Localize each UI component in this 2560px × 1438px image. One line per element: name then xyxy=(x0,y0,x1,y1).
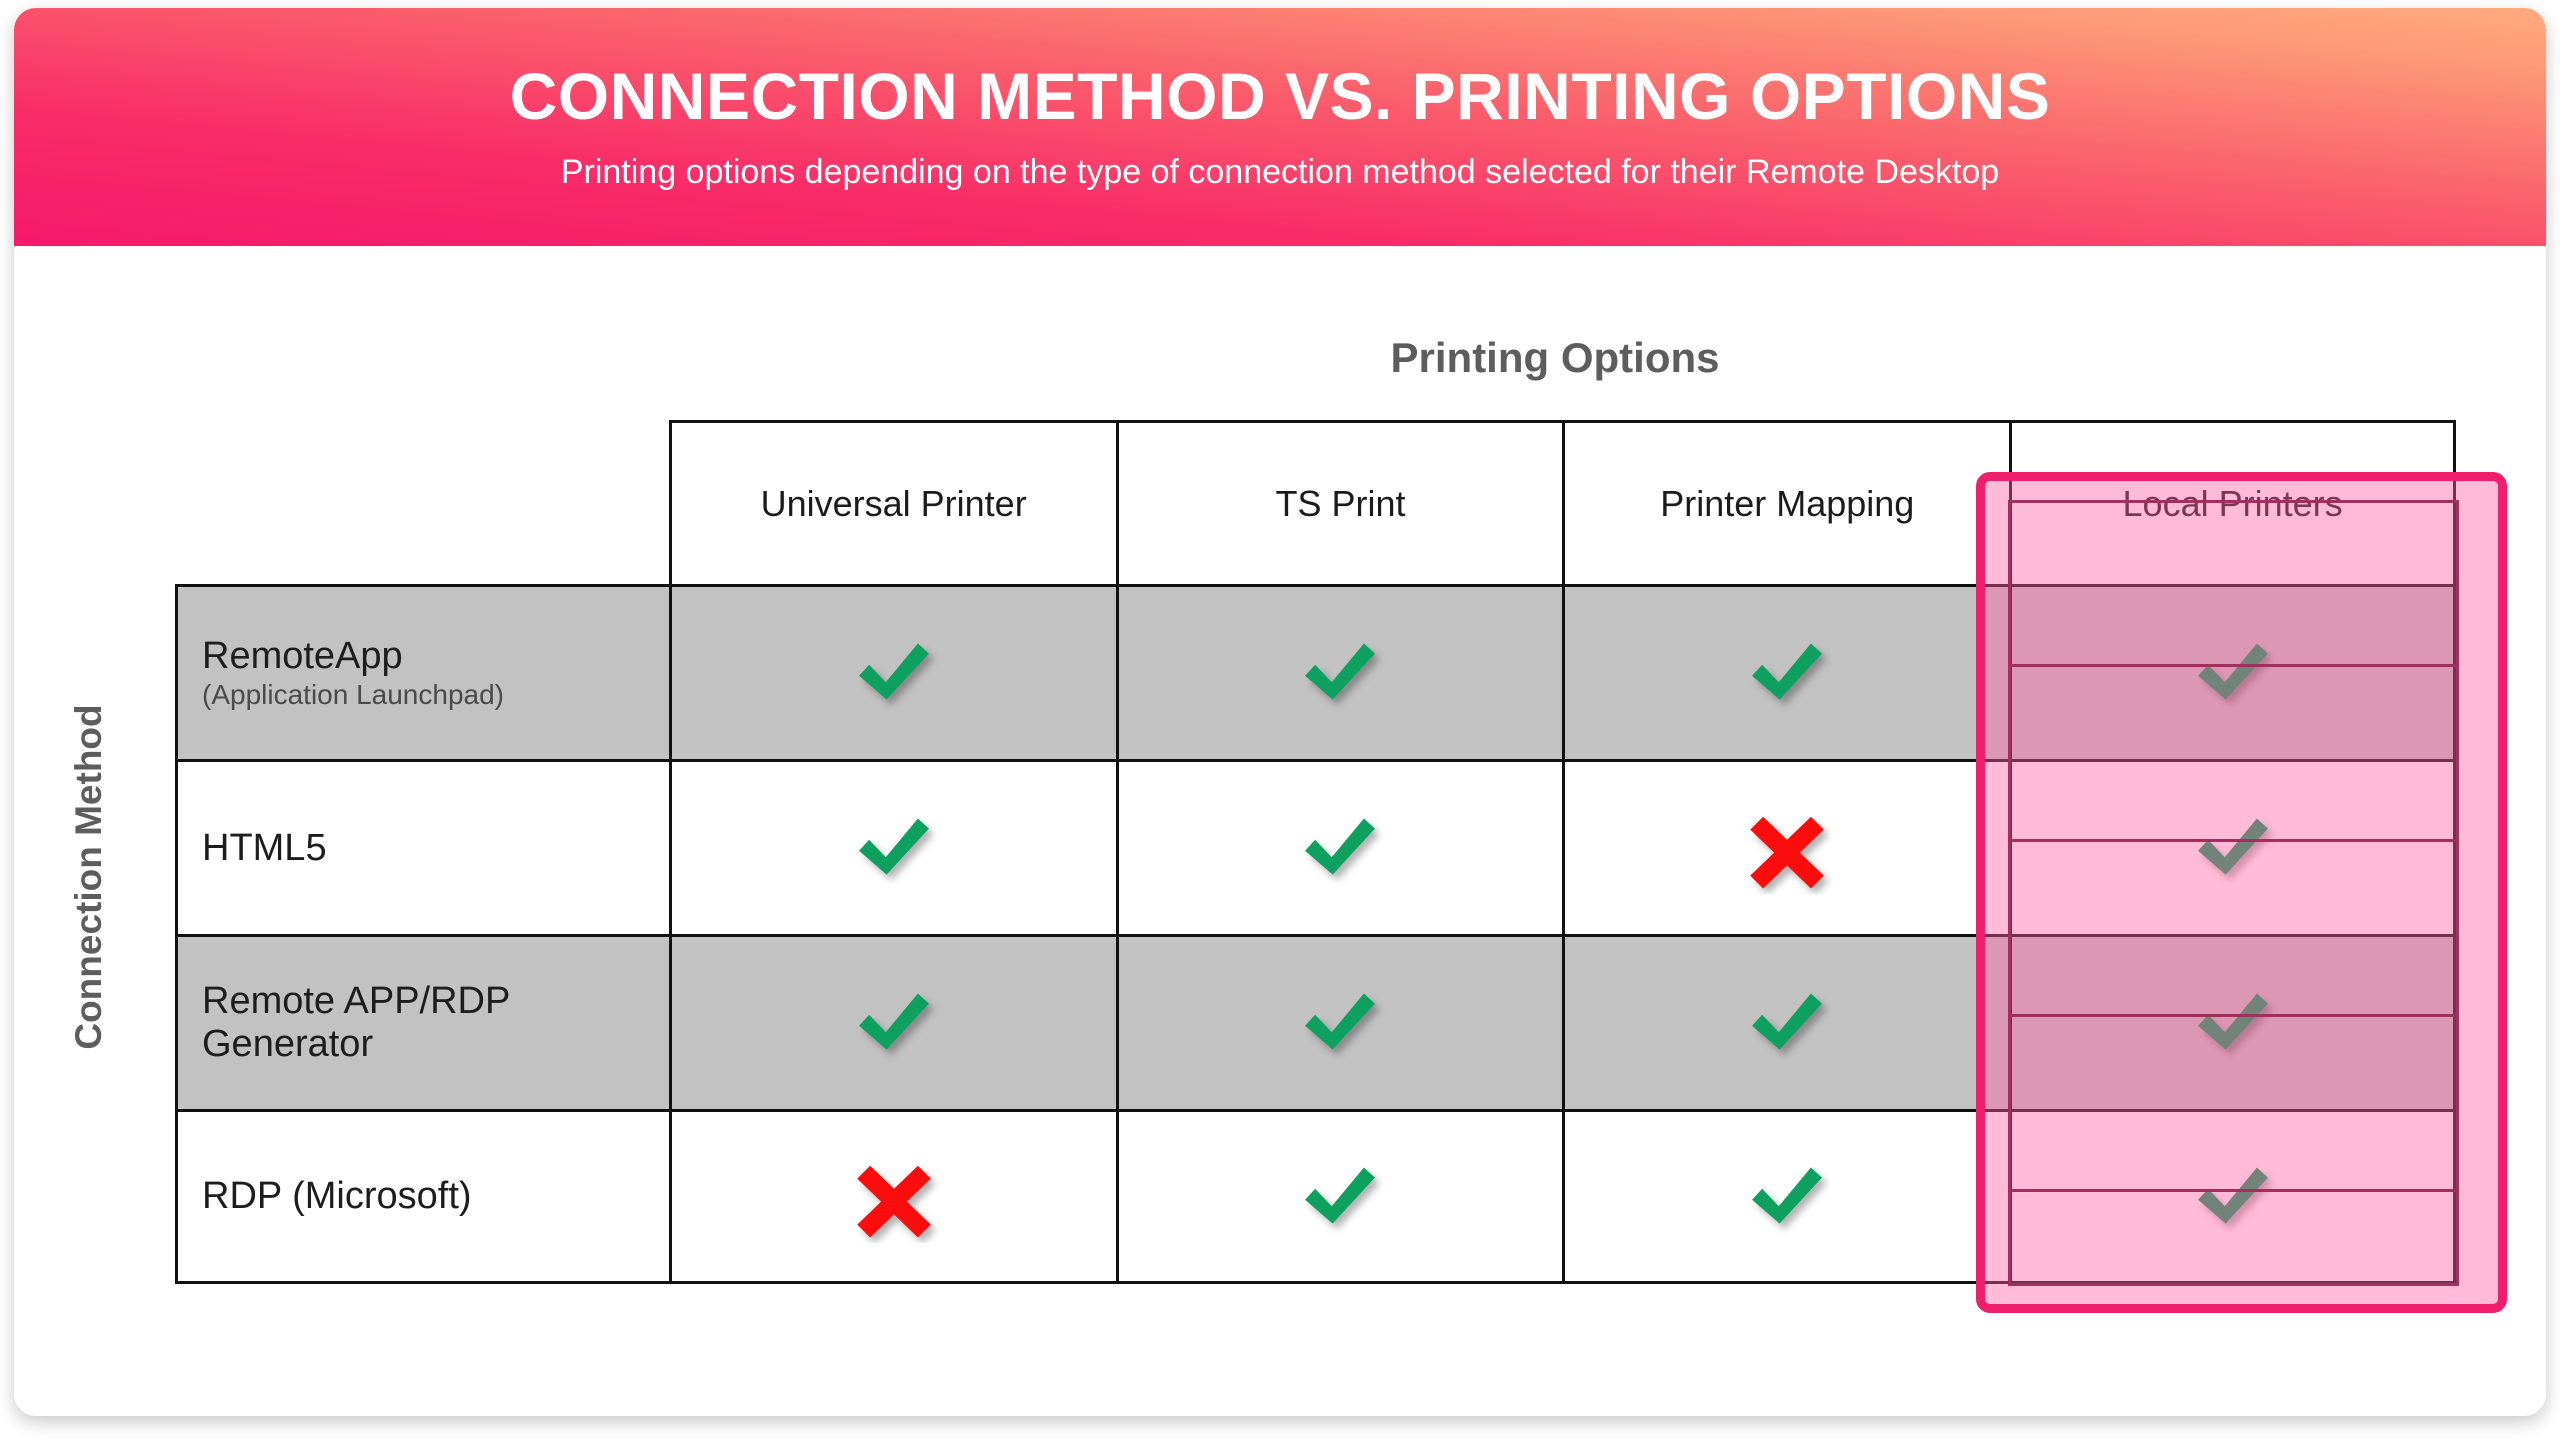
table-row: RDP (Microsoft) xyxy=(175,1109,2456,1284)
header-banner: CONNECTION METHOD VS. PRINTING OPTIONS P… xyxy=(14,8,2546,246)
cell-r0-c2 xyxy=(1562,584,2010,759)
table-row: Remote APP/RDP Generator xyxy=(175,934,2456,1109)
table-row: HTML5 xyxy=(175,759,2456,934)
cell-r1-c2 xyxy=(1562,759,2010,934)
check-mark-icon xyxy=(1305,818,1376,875)
cell-r1-c3 xyxy=(2009,759,2456,934)
table-header-row: Universal Printer TS Print Printer Mapping… xyxy=(175,420,2456,584)
cell-r2-c2 xyxy=(1562,934,2010,1109)
cell-r0-c0 xyxy=(668,584,1116,759)
table-body-area: Printing Options Connection Method Unive… xyxy=(14,246,2546,1416)
infographic-card: CONNECTION METHOD VS. PRINTING OPTIONS P… xyxy=(14,8,2546,1416)
column-header-label: Printer Mapping xyxy=(1660,482,1915,524)
check-mark-icon xyxy=(1305,993,1376,1050)
column-header-label: TS Print xyxy=(1275,482,1406,524)
check-mark-icon xyxy=(858,993,929,1050)
cell-r3-c0 xyxy=(668,1109,1116,1284)
comparison-table: Universal Printer TS Print Printer Mapping… xyxy=(175,420,2456,1284)
cell-r3-c2 xyxy=(1562,1109,2010,1284)
check-mark-icon xyxy=(858,818,929,875)
check-mark-icon xyxy=(2197,993,2268,1050)
column-header-3: Local Printers xyxy=(2009,420,2456,584)
row-label: RDP (Microsoft) xyxy=(202,1175,472,1218)
column-header-1: TS Print xyxy=(1115,420,1563,584)
check-mark-icon xyxy=(858,643,929,700)
cell-r3-c3 xyxy=(2009,1109,2456,1284)
screenshot-root: CONNECTION METHOD VS. PRINTING OPTIONS P… xyxy=(0,0,2560,1438)
check-mark-icon xyxy=(2197,818,2268,875)
check-mark-icon xyxy=(2197,643,2268,700)
corner-cell xyxy=(175,420,669,584)
row-label: RemoteApp xyxy=(202,634,403,677)
page-title: CONNECTION METHOD VS. PRINTING OPTIONS xyxy=(509,58,2051,133)
table-row: RemoteApp (Application Launchpad) xyxy=(175,584,2456,759)
check-mark-icon xyxy=(2197,1167,2268,1224)
column-axis-title: Printing Options xyxy=(1390,334,1720,381)
row-header-3: RDP (Microsoft) xyxy=(175,1109,669,1284)
cell-r3-c1 xyxy=(1115,1109,1563,1284)
cell-r1-c1 xyxy=(1115,759,1563,934)
cell-r2-c3 xyxy=(2009,934,2456,1109)
column-header-label: Universal Printer xyxy=(760,482,1027,524)
check-mark-icon xyxy=(1305,643,1376,700)
cell-r2-c0 xyxy=(668,934,1116,1109)
row-header-0: RemoteApp (Application Launchpad) xyxy=(175,584,669,759)
cell-r1-c0 xyxy=(668,759,1116,934)
check-mark-icon xyxy=(1752,993,1823,1050)
cross-mark-icon xyxy=(856,1165,931,1237)
row-header-1: HTML5 xyxy=(175,759,669,934)
row-axis-title: Connection Method xyxy=(68,704,109,1050)
row-label: Remote APP/RDP Generator xyxy=(202,980,510,1065)
check-mark-icon xyxy=(1752,1167,1823,1224)
cell-r0-c3 xyxy=(2009,584,2456,759)
row-sublabel: (Application Launchpad) xyxy=(202,679,504,711)
cross-mark-icon xyxy=(1750,816,1825,889)
cell-r0-c1 xyxy=(1115,584,1563,759)
page-subtitle: Printing options depending on the type o… xyxy=(560,153,2000,192)
row-label: HTML5 xyxy=(202,826,327,869)
check-mark-icon xyxy=(1305,1167,1376,1224)
check-mark-icon xyxy=(1752,643,1823,700)
row-header-2: Remote APP/RDP Generator xyxy=(175,934,669,1109)
column-header-0: Universal Printer xyxy=(668,420,1116,584)
column-header-label: Local Printers xyxy=(2122,482,2343,524)
cell-r2-c1 xyxy=(1115,934,1563,1109)
column-header-2: Printer Mapping xyxy=(1562,420,2010,584)
